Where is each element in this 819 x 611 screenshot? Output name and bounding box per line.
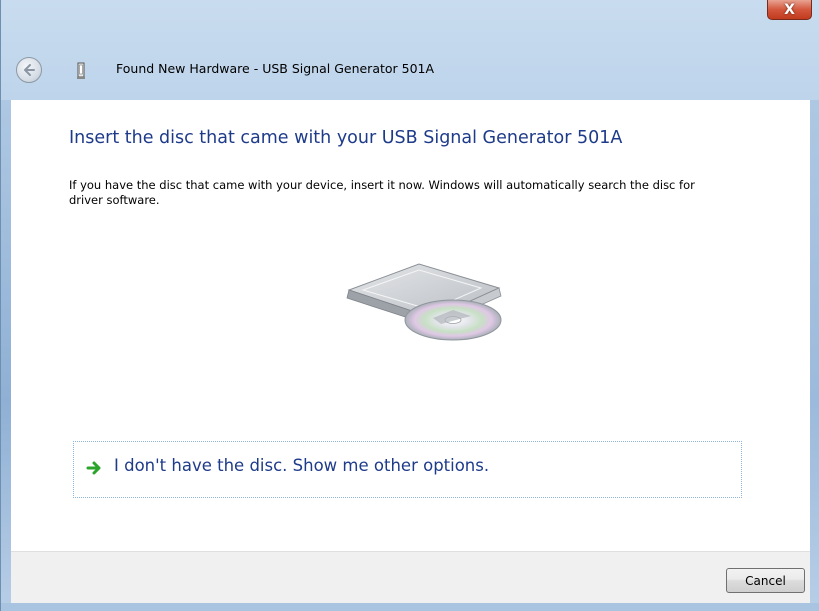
no-disc-option-label: I don't have the disc. Show me other opt… (114, 456, 490, 475)
disc-drive-icon (346, 263, 502, 341)
window-frame-right (810, 100, 819, 603)
window-frame-left (1, 100, 11, 603)
wizard-footer: Cancel (11, 551, 810, 603)
wizard-content: Insert the disc that came with your USB … (11, 100, 810, 551)
no-disc-option[interactable]: I don't have the disc. Show me other opt… (73, 441, 742, 498)
back-arrow-icon (24, 64, 35, 76)
window-title: Found New Hardware - USB Signal Generato… (116, 61, 435, 76)
page-title: Insert the disc that came with your USB … (69, 128, 623, 148)
close-icon: X (784, 1, 795, 18)
wizard-window: X Found New Hardware - USB Signal Genera… (0, 0, 819, 611)
green-arrow-icon (86, 461, 101, 475)
usb-device-icon (77, 62, 85, 79)
window-frame-bottom (1, 603, 819, 611)
close-button[interactable]: X (767, 0, 812, 20)
cancel-button[interactable]: Cancel (726, 568, 805, 593)
back-button[interactable] (16, 57, 42, 83)
page-description: If you have the disc that came with your… (69, 178, 695, 207)
